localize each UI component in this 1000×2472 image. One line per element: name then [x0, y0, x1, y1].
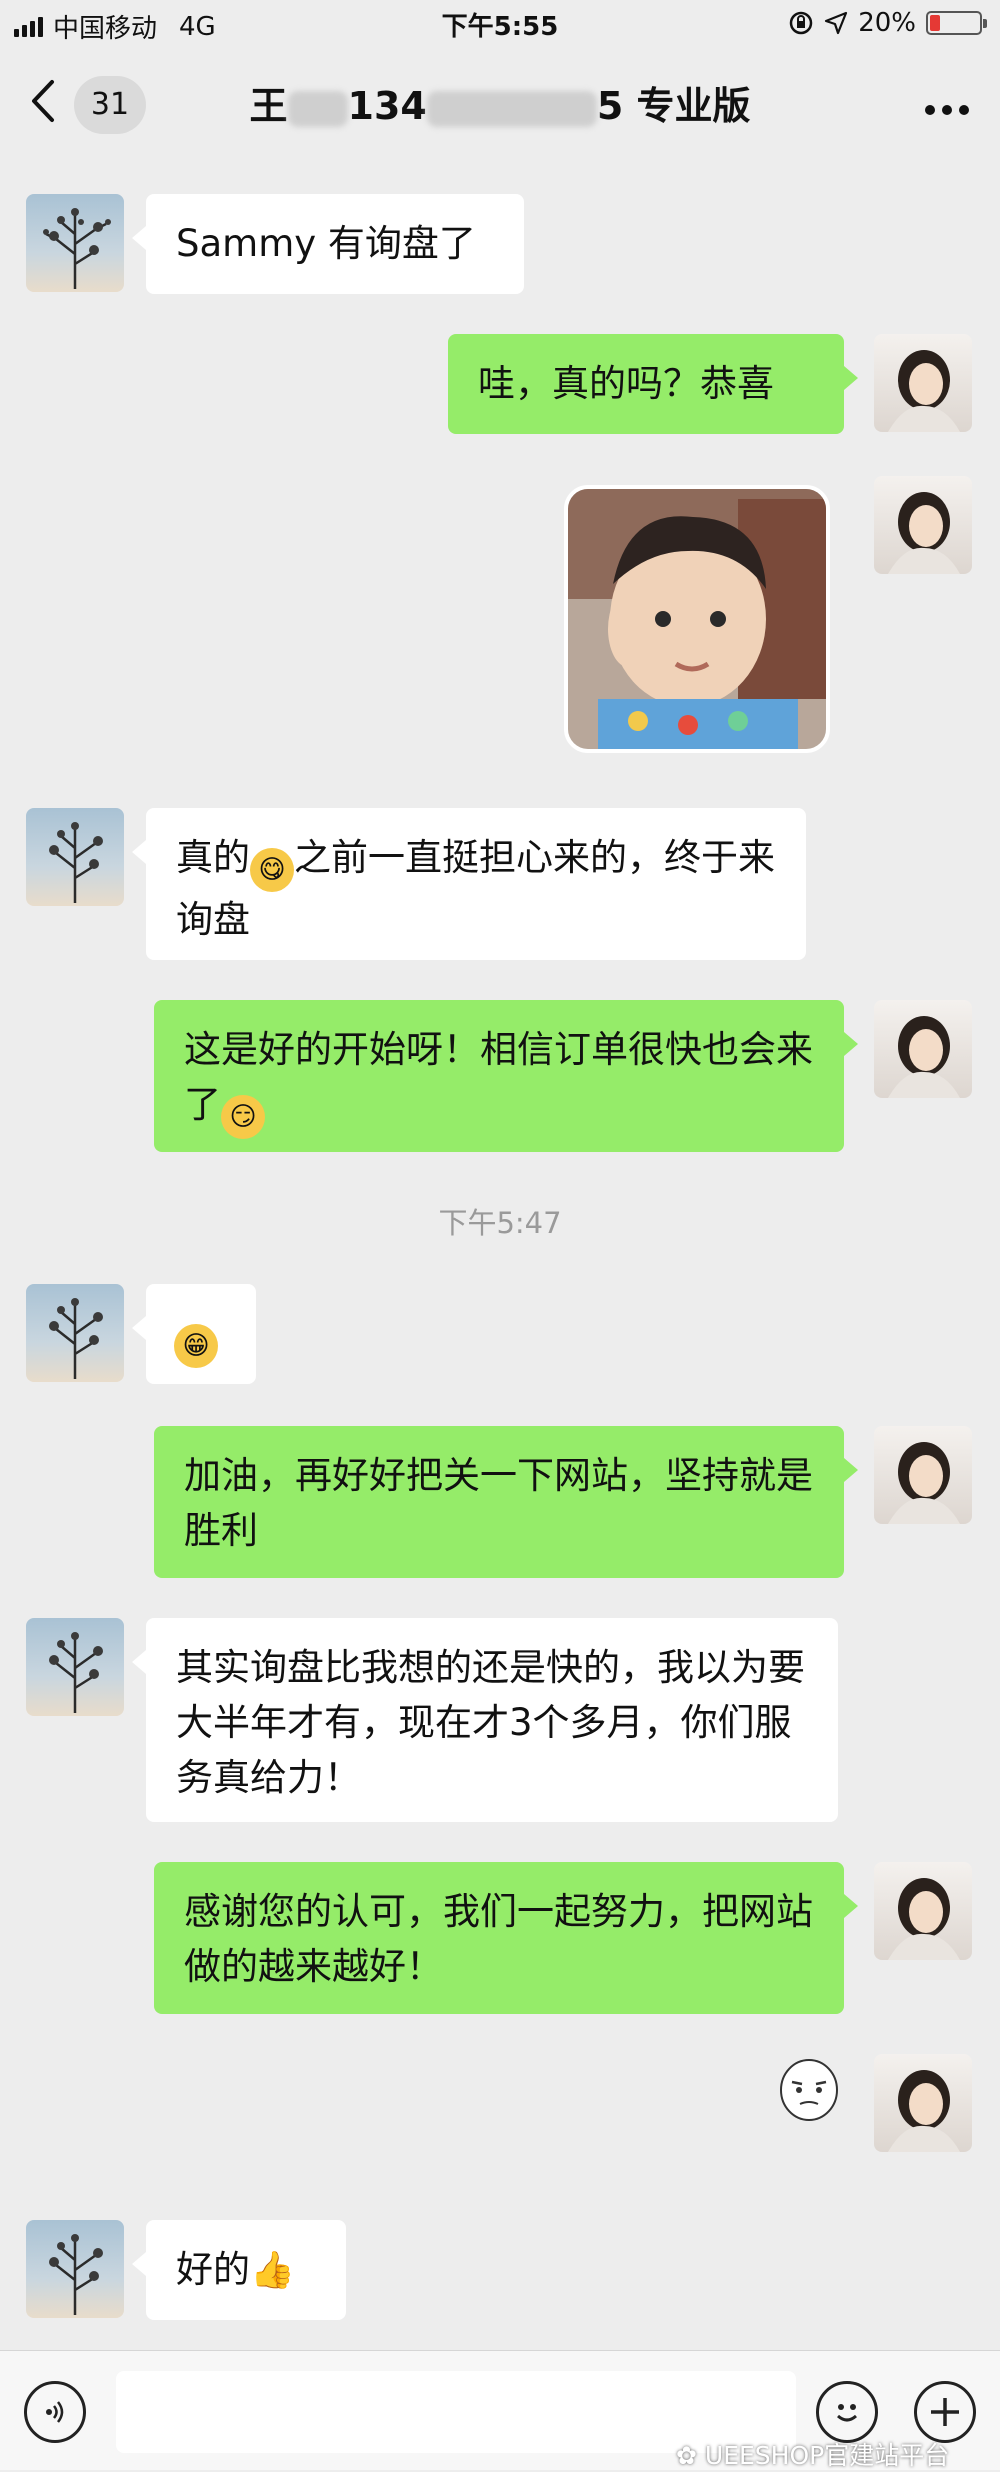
battery-icon — [926, 11, 987, 35]
contact-avatar[interactable] — [26, 194, 124, 292]
more-button[interactable] — [924, 78, 970, 128]
user-avatar[interactable] — [874, 1000, 972, 1098]
message-incoming[interactable]: Sammy 有询盘了 — [132, 194, 524, 294]
message-incoming[interactable]: 真的 😋 之前一直挺担心来的，终于来询盘 — [132, 808, 806, 960]
chat-timestamp: 下午5:47 — [438, 1206, 562, 1240]
user-avatar[interactable] — [874, 1862, 972, 1960]
smirk-emoji-icon: 😏 — [221, 1095, 265, 1139]
child-photo-image — [568, 489, 826, 749]
chat-title: 王 134 5 专业版 — [150, 76, 850, 136]
plus-button[interactable] — [914, 2381, 976, 2443]
girl-avatar-image — [888, 2070, 960, 2152]
message-outgoing[interactable]: 哇，真的吗？恭喜 — [448, 334, 858, 434]
contact-avatar[interactable] — [26, 808, 124, 906]
location-arrow-icon — [825, 11, 848, 35]
redacted-block — [426, 90, 597, 127]
message-incoming[interactable]: 好的👍 — [132, 2220, 346, 2320]
message-text: 哇，真的吗？恭喜 — [478, 362, 774, 405]
chat-header: 31 王 134 5 专业版 — [0, 56, 1000, 156]
tree-avatar-image — [49, 2234, 103, 2315]
emoji-button[interactable] — [816, 2381, 878, 2443]
contact-avatar[interactable] — [26, 1618, 124, 1716]
watermark-text: UEESHOP官建站平台 — [704, 2441, 950, 2470]
message-outgoing[interactable]: 这是好的开始呀！相信订单很快也会来了 😏 — [154, 1000, 858, 1152]
redacted-block — [287, 90, 348, 127]
contact-avatar[interactable] — [26, 1284, 124, 1382]
message-incoming[interactable]: 😁 — [132, 1284, 256, 1384]
tongue-out-emoji-icon: 😋 — [250, 848, 294, 892]
status-bar: 中国移动 4G 下午5:55 20% — [0, 0, 1000, 48]
message-outgoing[interactable]: 感谢您的认可，我们一起努力，把网站做的越来越好！ — [154, 1862, 858, 2014]
message-text: 这是好的开始呀！相信订单很快也会来了 — [184, 1028, 813, 1126]
battery-percent: 20% — [858, 8, 916, 38]
message-text: 其实询盘比我想的还是快的，我以为要大半年才有，现在才3个多月，你们服务真给力！ — [176, 1646, 805, 1799]
tree-avatar-image — [49, 822, 103, 903]
contact-avatar[interactable] — [26, 2220, 124, 2318]
user-avatar[interactable] — [874, 334, 972, 432]
user-avatar[interactable] — [874, 2054, 972, 2152]
message-incoming[interactable]: 其实询盘比我想的还是快的，我以为要大半年才有，现在才3个多月，你们服务真给力！ — [132, 1618, 838, 1822]
plus-icon — [931, 2398, 959, 2426]
message-text: 好的 — [176, 2248, 250, 2291]
wechat-icon: ✿ — [676, 2441, 705, 2470]
voice-icon — [46, 2401, 64, 2423]
tree-avatar-image — [43, 208, 111, 289]
meme-face-sticker-icon — [780, 2059, 838, 2121]
tree-avatar-image — [49, 1298, 103, 1379]
message-text: Sammy 有询盘了 — [176, 222, 476, 265]
title-prefix: 王 — [249, 84, 288, 128]
girl-avatar-image — [888, 1878, 960, 1960]
message-text: 感谢您的认可，我们一起努力，把网站做的越来越好！ — [184, 1890, 813, 1988]
title-suffix: 5 专业版 — [596, 84, 751, 128]
user-avatar[interactable] — [874, 1426, 972, 1524]
tree-avatar-image — [49, 1632, 103, 1713]
unread-count-badge[interactable]: 31 — [74, 76, 146, 134]
meme-face-sticker[interactable] — [774, 2054, 844, 2124]
chevron-left-icon — [32, 80, 54, 122]
more-dots-icon — [925, 105, 969, 115]
girl-avatar-image — [888, 1016, 960, 1098]
watermark: ✿ UEESHOP官建站平台 — [676, 2436, 949, 2472]
grin-emoji-icon: 😁 — [174, 1324, 218, 1368]
emoji-face-icon — [837, 2404, 857, 2422]
message-text: 真的 — [176, 836, 250, 879]
girl-avatar-image — [888, 492, 960, 574]
title-mid: 134 — [347, 84, 427, 128]
message-text: 加油，再好好把关一下网站，坚持就是胜利 — [184, 1454, 813, 1552]
user-avatar[interactable] — [874, 476, 972, 574]
back-button[interactable] — [28, 76, 58, 139]
voice-button[interactable] — [24, 2381, 86, 2443]
thumbs-up-emoji-icon: 👍 — [250, 2250, 295, 2291]
message-outgoing[interactable]: 加油，再好好把关一下网站，坚持就是胜利 — [154, 1426, 858, 1578]
girl-avatar-image — [888, 1442, 960, 1524]
girl-avatar-image — [888, 350, 960, 432]
rotation-lock-icon — [789, 11, 813, 35]
sent-photo[interactable] — [564, 485, 830, 753]
